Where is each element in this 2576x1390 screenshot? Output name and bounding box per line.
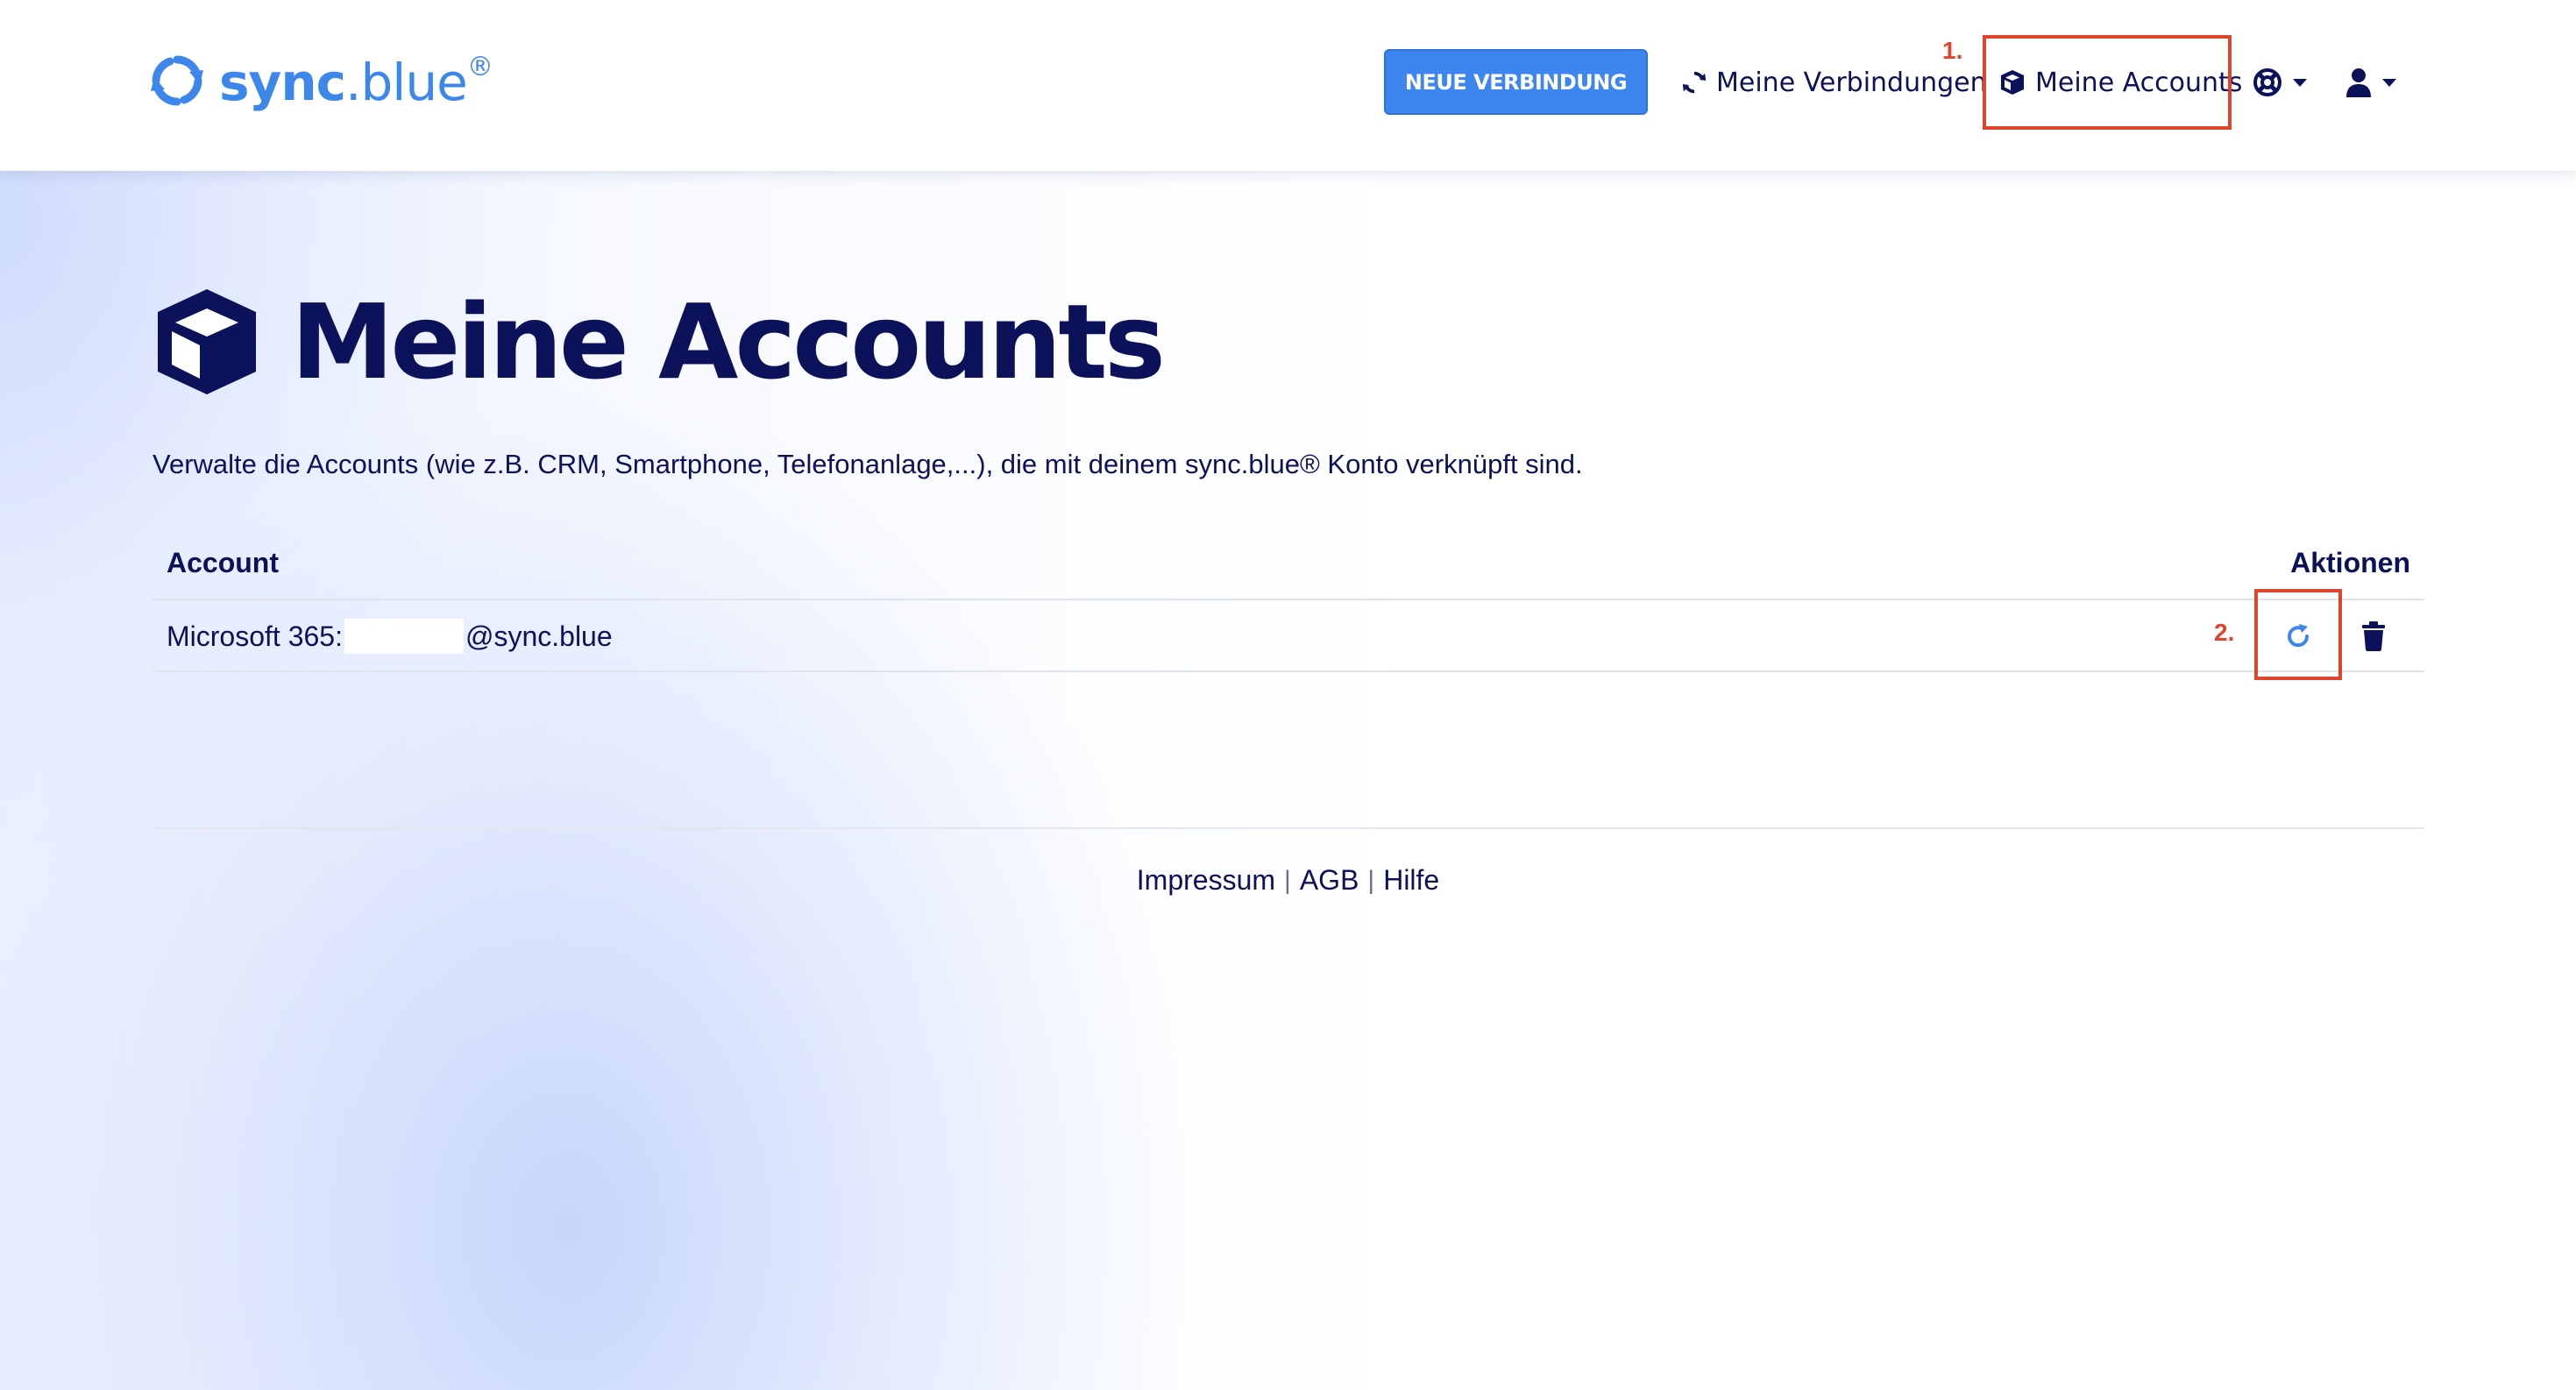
nav-my-connections-label: Meine Verbindungen	[1716, 67, 1987, 98]
main-content: Meine Accounts Verwalte die Accounts (wi…	[0, 0, 2576, 1390]
chevron-down-icon	[2382, 78, 2396, 87]
annotation-highlight-accounts	[1983, 35, 2232, 130]
trash-icon	[2362, 621, 2385, 651]
footer: Impressum | AGB | Hilfe	[0, 864, 2576, 897]
annotation-step-2: 2.	[2214, 619, 2235, 646]
page-title: Meine Accounts	[291, 280, 1166, 402]
cube-icon	[158, 288, 256, 394]
table-row-divider	[153, 670, 2424, 672]
user-menu[interactable]	[2345, 61, 2396, 103]
footer-link-agb[interactable]: AGB	[1300, 864, 1359, 897]
sync-logo-icon	[151, 55, 203, 106]
footer-link-impressum[interactable]: Impressum	[1137, 864, 1275, 897]
column-header-actions: Aktionen	[2290, 547, 2410, 578]
column-header-account: Account	[167, 547, 279, 578]
page-description: Verwalte die Accounts (wie z.B. CRM, Sma…	[153, 449, 1583, 479]
annotation-highlight-refresh	[2254, 589, 2342, 680]
lifebuoy-icon	[2253, 68, 2281, 96]
brand-logo[interactable]: sync.blue®	[149, 46, 493, 116]
footer-separator: |	[1367, 865, 1375, 895]
chevron-down-icon	[2293, 78, 2307, 87]
account-domain: @sync.blue	[465, 620, 613, 652]
redacted-username	[344, 619, 464, 654]
top-navbar: sync.blue® NEUE VERBINDUNG Meine Verbind…	[0, 0, 2576, 171]
new-connection-button[interactable]: NEUE VERBINDUNG	[1384, 49, 1648, 115]
help-menu[interactable]	[2253, 61, 2307, 103]
page-header: Meine Accounts	[151, 280, 1166, 402]
sync-icon	[1682, 71, 1707, 94]
footer-link-hilfe[interactable]: Hilfe	[1383, 864, 1439, 897]
account-provider: Microsoft 365:	[167, 620, 343, 652]
footer-divider	[153, 827, 2424, 829]
brand-name: sync.blue®	[219, 51, 493, 112]
user-icon	[2346, 68, 2371, 97]
nav-my-connections[interactable]: Meine Verbindungen	[1681, 60, 1987, 105]
delete-account-button[interactable]	[2351, 613, 2396, 659]
table-header-divider	[153, 599, 2424, 600]
table-row: Microsoft 365: @sync.blue	[167, 619, 613, 654]
footer-separator: |	[1284, 865, 1291, 895]
annotation-step-1: 1.	[1942, 37, 1963, 64]
